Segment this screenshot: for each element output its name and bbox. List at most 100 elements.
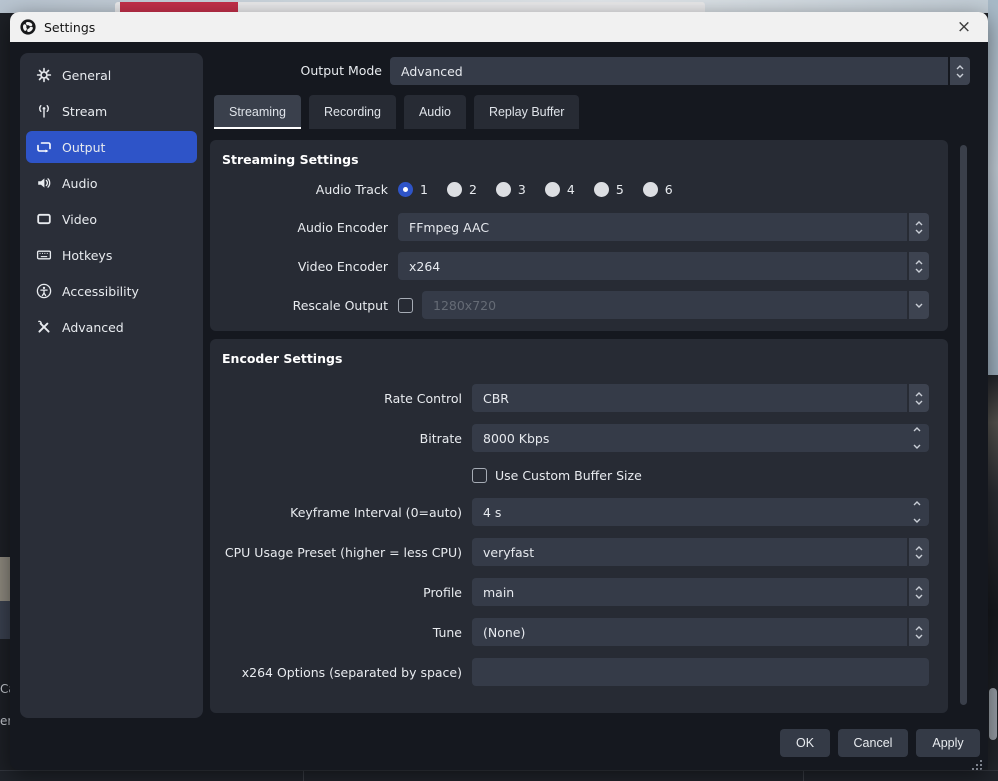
video-encoder-select[interactable]: x264 [398, 252, 929, 280]
titlebar[interactable]: Settings × [10, 12, 988, 42]
rate-control-select[interactable]: CBR [472, 384, 929, 412]
gear-icon [36, 67, 52, 83]
sidebar-item-label: Advanced [62, 320, 124, 335]
tab-audio[interactable]: Audio [404, 95, 466, 129]
sidebar-item-label: Audio [62, 176, 98, 191]
background-dock-strip [0, 770, 998, 781]
radio-label: 6 [665, 182, 673, 197]
output-mode-label: Output Mode [190, 57, 382, 84]
settings-dialog: Settings × General [10, 12, 988, 770]
cancel-button[interactable]: Cancel [838, 729, 908, 757]
sidebar-item-output[interactable]: Output [26, 131, 197, 163]
sidebar-item-stream[interactable]: Stream [26, 95, 197, 127]
chevron-up-down-icon[interactable] [909, 213, 929, 241]
custom-buffer-checkbox[interactable] [472, 468, 487, 483]
chevron-up-down-icon[interactable] [909, 252, 929, 280]
custom-buffer-label: Use Custom Buffer Size [495, 468, 642, 483]
close-icon[interactable]: × [946, 12, 982, 42]
radio-label: 3 [518, 182, 526, 197]
tab-streaming[interactable]: Streaming [214, 95, 301, 129]
chevron-up-down-icon[interactable] [909, 384, 929, 412]
desktop-sky-right [988, 0, 998, 375]
tab-replay-buffer[interactable]: Replay Buffer [474, 95, 580, 129]
dock-separator [303, 771, 304, 781]
streaming-settings-card: Streaming Settings Audio Track 1 2 3 4 5… [210, 140, 948, 331]
section-title: Streaming Settings [222, 152, 936, 167]
radio-label: 4 [567, 182, 575, 197]
encoder-settings-card: Encoder Settings Rate Control CBR Bitrat… [210, 339, 948, 713]
output-tabs: Streaming Recording Audio Replay Buffer [214, 95, 579, 129]
keyframe-interval-label: Keyframe Interval (0=auto) [222, 505, 462, 520]
sidebar-item-general[interactable]: General [26, 59, 197, 91]
cpu-preset-label: CPU Usage Preset (higher = less CPU) [222, 545, 462, 560]
tune-select[interactable]: (None) [472, 618, 929, 646]
output-mode-select[interactable]: Advanced [390, 57, 970, 85]
audio-track-label: Audio Track [222, 182, 388, 197]
obs-logo-icon [20, 19, 36, 35]
radio-track-2[interactable] [447, 182, 462, 197]
apply-button[interactable]: Apply [916, 729, 980, 757]
accessibility-icon [36, 283, 52, 299]
rescale-resolution-value: 1280x720 [422, 291, 907, 319]
ok-button[interactable]: OK [780, 729, 830, 757]
bitrate-spinbox[interactable]: 8000 Kbps [472, 424, 929, 452]
sidebar-item-advanced[interactable]: Advanced [26, 311, 197, 343]
audio-encoder-select[interactable]: FFmpeg AAC [398, 213, 929, 241]
radio-track-3[interactable] [496, 182, 511, 197]
audio-encoder-label: Audio Encoder [222, 220, 388, 235]
profile-select[interactable]: main [472, 578, 929, 606]
rate-control-value: CBR [472, 384, 907, 412]
rescale-output-label: Rescale Output [222, 298, 388, 313]
bitrate-label: Bitrate [222, 431, 462, 446]
rescale-output-checkbox[interactable] [398, 298, 413, 313]
sidebar-item-audio[interactable]: Audio [26, 167, 197, 199]
sidebar-item-label: Accessibility [62, 284, 139, 299]
chevron-up-down-icon[interactable] [909, 578, 929, 606]
radio-track-6[interactable] [643, 182, 658, 197]
rescale-resolution-combo[interactable]: 1280x720 [422, 291, 929, 319]
cpu-preset-value: veryfast [472, 538, 907, 566]
background-left-patch [0, 601, 10, 639]
radio-track-5[interactable] [594, 182, 609, 197]
chevron-up-down-icon[interactable] [909, 618, 929, 646]
screen: Ca er Settings × [0, 0, 998, 781]
tools-icon [36, 319, 52, 335]
video-encoder-label: Video Encoder [222, 259, 388, 274]
chevron-up-down-icon[interactable] [909, 538, 929, 566]
dock-separator [803, 771, 804, 781]
cpu-preset-select[interactable]: veryfast [472, 538, 929, 566]
sidebar-item-accessibility[interactable]: Accessibility [26, 275, 197, 307]
audio-encoder-value: FFmpeg AAC [398, 213, 907, 241]
tab-recording[interactable]: Recording [309, 95, 396, 129]
window-title: Settings [44, 20, 95, 35]
scrollbar-thumb[interactable] [960, 145, 967, 705]
chevron-up-down-icon[interactable] [950, 57, 970, 85]
sidebar-item-label: Hotkeys [62, 248, 112, 263]
tune-label: Tune [222, 625, 462, 640]
keyframe-interval-value: 4 s [483, 505, 501, 520]
section-title: Encoder Settings [222, 351, 936, 366]
keyboard-icon [36, 247, 52, 263]
keyframe-interval-spinbox[interactable]: 4 s [472, 498, 929, 526]
sidebar-item-video[interactable]: Video [26, 203, 197, 235]
radio-track-4[interactable] [545, 182, 560, 197]
spinner-arrows-icon[interactable] [913, 501, 921, 523]
background-scrollbar-thumb [989, 688, 997, 740]
settings-sidebar: General Stream [20, 53, 203, 718]
spinner-arrows-icon[interactable] [913, 427, 921, 449]
speaker-icon [36, 175, 52, 191]
monitor-icon [36, 211, 52, 227]
background-left-patch [0, 557, 10, 601]
sidebar-item-hotkeys[interactable]: Hotkeys [26, 239, 197, 271]
radio-track-1[interactable] [398, 182, 413, 197]
sidebar-item-label: Video [62, 212, 97, 227]
output-icon [36, 139, 52, 155]
output-mode-value: Advanced [390, 57, 948, 85]
x264-options-input[interactable] [472, 658, 929, 686]
sidebar-item-label: General [62, 68, 111, 83]
resize-grip[interactable] [972, 756, 983, 767]
chevron-down-icon[interactable] [909, 291, 929, 319]
profile-value: main [472, 578, 907, 606]
antenna-icon [36, 103, 52, 119]
video-encoder-value: x264 [398, 252, 907, 280]
